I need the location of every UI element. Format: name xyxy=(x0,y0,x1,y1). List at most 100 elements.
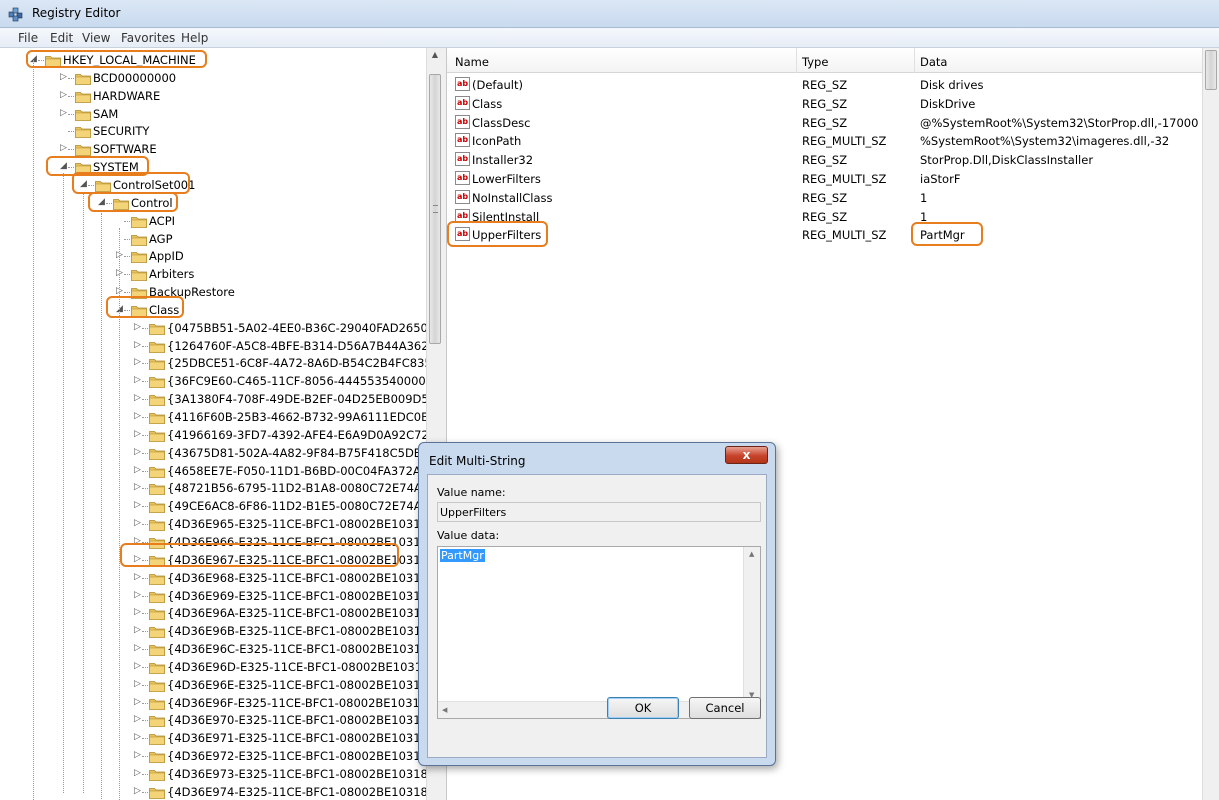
value-data-textarea[interactable]: PartMgr ▲ ▼ ◀ ▶ xyxy=(437,546,761,719)
expand-arrow-icon[interactable]: ▷ xyxy=(134,625,143,636)
value-row[interactable]: ab LowerFilters REG_MULTI_SZ iaStorF xyxy=(447,169,1207,188)
folder-icon xyxy=(75,90,91,103)
expand-arrow-icon[interactable]: ▷ xyxy=(134,465,143,476)
expand-arrow-icon[interactable]: ▷ xyxy=(134,590,143,601)
collapse-arrow-icon[interactable]: ◢ xyxy=(98,197,107,208)
tree-item[interactable]: ▷ SAM xyxy=(0,105,426,123)
value-row[interactable]: ab IconPath REG_MULTI_SZ %SystemRoot%\Syste… xyxy=(447,131,1207,150)
expand-arrow-icon[interactable]: ▷ xyxy=(60,143,69,154)
folder-icon xyxy=(75,108,91,121)
column-data[interactable]: Data xyxy=(920,55,947,69)
folder-icon xyxy=(149,714,165,728)
tree-item[interactable]: ▷ HARDWARE xyxy=(0,87,426,105)
folder-icon xyxy=(149,536,165,549)
value-row[interactable]: ab Class REG_SZ DiskDrive xyxy=(447,94,1207,113)
expand-arrow-icon[interactable]: ▷ xyxy=(134,536,143,547)
expand-arrow-icon[interactable]: ▷ xyxy=(60,72,69,83)
tree-item[interactable]: SECURITY xyxy=(0,122,426,140)
close-button[interactable]: x xyxy=(725,446,768,464)
expand-arrow-icon[interactable]: ▷ xyxy=(134,679,143,690)
tree-item[interactable]: ◢ HKEY_LOCAL_MACHINE xyxy=(0,51,426,69)
textarea-vertical-scrollbar[interactable]: ▲ ▼ xyxy=(743,547,760,702)
string-value-icon: ab xyxy=(455,152,470,167)
value-data-text[interactable]: PartMgr xyxy=(440,549,485,562)
value-row[interactable]: ab ClassDesc REG_SZ @%SystemRoot%\System32\… xyxy=(447,113,1207,132)
expand-arrow-icon[interactable]: ▷ xyxy=(134,518,143,529)
tree-item[interactable]: ▷ BCD00000000 xyxy=(0,69,426,87)
tree-item-label: {4D36E972-E325-11CE-BFC1-08002BE10318} xyxy=(167,749,426,764)
folder-icon xyxy=(149,375,165,389)
scroll-left-icon[interactable]: ◀ xyxy=(442,706,447,714)
string-value-icon: ab xyxy=(455,171,470,185)
expand-arrow-icon[interactable]: ▷ xyxy=(60,90,69,101)
expand-arrow-icon[interactable]: ▷ xyxy=(134,643,143,654)
expand-arrow-icon[interactable]: ▷ xyxy=(134,661,143,672)
folder-icon xyxy=(131,233,147,246)
expand-arrow-icon[interactable]: ▷ xyxy=(134,429,143,440)
value-row[interactable]: ab (Default) REG_SZ Disk drives xyxy=(447,75,1207,94)
expand-arrow-icon[interactable]: ▷ xyxy=(134,786,143,797)
collapse-arrow-icon[interactable]: ◢ xyxy=(60,161,69,172)
collapse-arrow-icon[interactable]: ◢ xyxy=(116,304,125,315)
expand-arrow-icon[interactable]: ▷ xyxy=(134,607,143,618)
expand-arrow-icon[interactable]: ▷ xyxy=(134,697,143,708)
expand-arrow-icon[interactable]: ▷ xyxy=(134,768,143,779)
folder-icon xyxy=(149,447,165,460)
expand-arrow-icon[interactable]: ▷ xyxy=(134,572,143,583)
column-type[interactable]: Type xyxy=(802,55,828,69)
list-scrollbar[interactable] xyxy=(1202,48,1219,800)
value-data: PartMgr xyxy=(920,228,965,243)
expand-arrow-icon[interactable]: ▷ xyxy=(134,554,143,565)
folder-icon xyxy=(149,768,165,781)
expand-arrow-icon[interactable]: ▷ xyxy=(116,268,125,279)
value-data: %SystemRoot%\System32\imageres.dll,-32 xyxy=(920,134,1170,149)
expand-arrow-icon[interactable]: ▷ xyxy=(134,375,143,386)
menu-help[interactable]: Help xyxy=(181,31,208,45)
expand-arrow-icon[interactable]: ▷ xyxy=(134,482,143,493)
expand-arrow-icon[interactable]: ▷ xyxy=(116,286,125,297)
menu-favorites[interactable]: Favorites xyxy=(121,31,175,45)
expand-arrow-icon[interactable]: ▷ xyxy=(116,250,125,261)
folder-icon xyxy=(149,465,165,478)
folder-icon xyxy=(149,697,165,710)
expand-arrow-icon[interactable]: ▷ xyxy=(134,357,143,368)
tree-item-label: {4D36E969-E325-11CE-BFC1-08002BE10318} xyxy=(167,588,426,603)
scroll-up-icon[interactable]: ▲ xyxy=(429,50,441,62)
tree-scroll-thumb[interactable] xyxy=(429,74,441,344)
menu-file[interactable]: File xyxy=(18,31,38,45)
menu-edit[interactable]: Edit xyxy=(50,31,73,45)
tree-item-label: {4658EE7E-F050-11D1-B6BD-00C04FA372A7} xyxy=(167,463,426,478)
expand-arrow-icon[interactable]: ▷ xyxy=(134,500,143,511)
expand-arrow-icon[interactable]: ▷ xyxy=(134,447,143,458)
scroll-up-icon[interactable]: ▲ xyxy=(749,550,754,558)
value-row[interactable]: ab UpperFilters REG_MULTI_SZ PartMgr xyxy=(447,225,1207,244)
folder-icon xyxy=(45,54,61,67)
expand-arrow-icon[interactable]: ▷ xyxy=(134,750,143,761)
expand-arrow-icon[interactable]: ▷ xyxy=(60,108,69,119)
expand-arrow-icon[interactable]: ▷ xyxy=(134,393,143,404)
menu-bar: File Edit View Favorites Help xyxy=(0,28,1219,48)
cancel-button[interactable]: Cancel xyxy=(689,697,761,719)
expand-arrow-icon[interactable]: ▷ xyxy=(134,714,143,725)
registry-editor-icon xyxy=(8,7,23,22)
column-name[interactable]: Name xyxy=(455,55,489,69)
expand-arrow-icon[interactable]: ▷ xyxy=(134,732,143,743)
value-type: REG_MULTI_SZ xyxy=(802,228,887,243)
folder-icon xyxy=(149,411,165,424)
registry-key-tree[interactable]: ◢ HKEY_LOCAL_MACHINE ▷ BCD00000000 ▷ HARDWARE… xyxy=(0,48,426,800)
value-row[interactable]: ab Installer32 REG_SZ StorProp.Dll,DiskClas… xyxy=(447,150,1207,169)
expand-arrow-icon[interactable]: ▷ xyxy=(134,411,143,422)
expand-arrow-icon[interactable]: ▷ xyxy=(134,322,143,333)
collapse-arrow-icon[interactable]: ◢ xyxy=(80,179,89,190)
value-row[interactable]: ab NoInstallClass REG_SZ 1 xyxy=(447,188,1207,207)
expand-arrow-icon[interactable]: ▷ xyxy=(134,340,143,351)
menu-view[interactable]: View xyxy=(82,31,110,45)
collapse-arrow-icon[interactable]: ◢ xyxy=(30,54,39,65)
tree-item[interactable]: ▷ SOFTWARE xyxy=(0,140,426,158)
value-name: ClassDesc xyxy=(472,115,531,130)
list-header: Name Type Data xyxy=(447,48,1219,73)
ok-button[interactable]: OK xyxy=(607,697,679,719)
folder-icon xyxy=(149,429,165,442)
value-row[interactable]: ab SilentInstall REG_SZ 1 xyxy=(447,207,1207,226)
folder-icon xyxy=(149,518,165,531)
